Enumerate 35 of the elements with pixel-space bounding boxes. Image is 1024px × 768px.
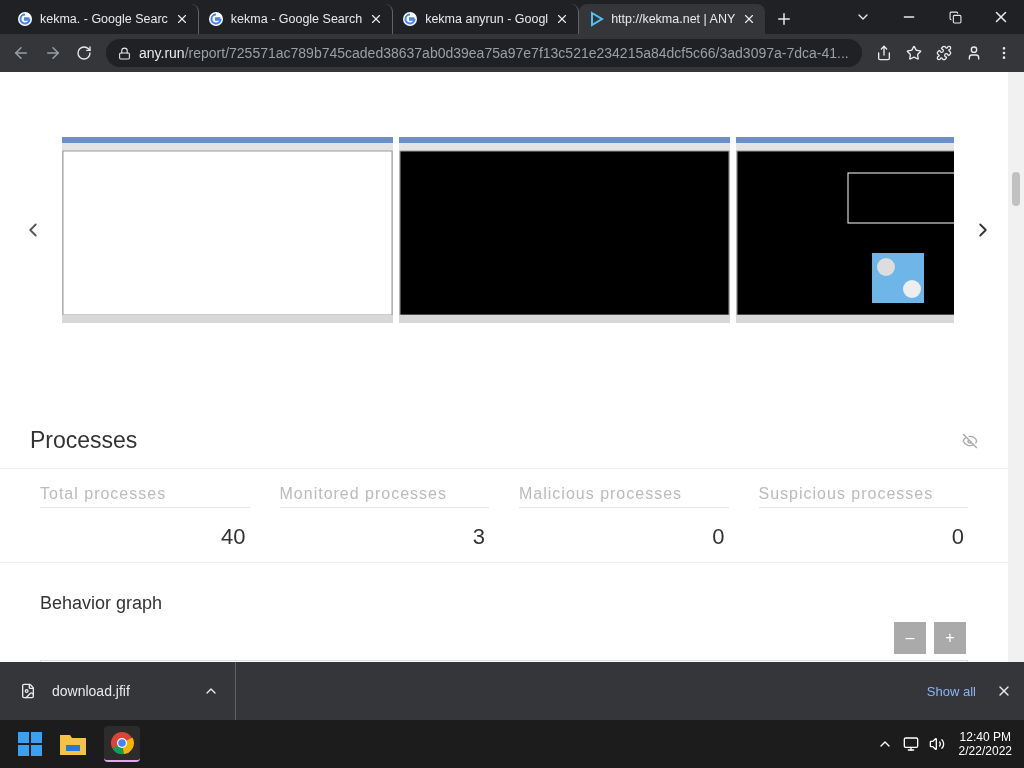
google-icon xyxy=(17,11,33,27)
share-icon[interactable] xyxy=(876,45,892,61)
stat-value: 0 xyxy=(711,524,726,550)
chrome-icon[interactable] xyxy=(104,726,140,762)
stat-value: 40 xyxy=(220,524,247,550)
clock[interactable]: 12:40 PM 2/22/2022 xyxy=(958,730,1012,758)
profile-icon[interactable] xyxy=(966,45,982,61)
section-title: Processes xyxy=(30,427,138,454)
stat-value: 0 xyxy=(950,524,965,550)
volume-icon[interactable] xyxy=(928,736,945,752)
file-name[interactable]: download.jfif xyxy=(52,683,187,699)
google-icon xyxy=(207,11,224,27)
show-all-link[interactable]: Show all xyxy=(926,683,976,699)
stat-label: Monitored processes xyxy=(279,485,489,508)
star-icon[interactable] xyxy=(906,45,922,61)
reload-icon[interactable] xyxy=(76,45,92,61)
file-icon xyxy=(20,683,36,699)
address-field[interactable]: any.run/report/725571ac789b745caded38637ab0d39ea75a97e7f13c521e234215a84dcf5c66/3ad3097a-7dca-41... xyxy=(106,39,862,67)
folder-icon[interactable] xyxy=(60,733,86,755)
section-title: Behavior graph xyxy=(39,592,164,614)
stat-value: 3 xyxy=(471,524,486,550)
extensions-icon[interactable] xyxy=(936,45,952,61)
stat-label: Total processes xyxy=(40,485,250,508)
lock-icon[interactable] xyxy=(118,46,131,60)
back-icon[interactable] xyxy=(12,44,30,62)
windows-start-icon[interactable] xyxy=(18,732,42,756)
play-icon xyxy=(588,11,605,27)
restore-icon[interactable] xyxy=(948,10,962,24)
scrollbar[interactable] xyxy=(1008,72,1024,662)
browser-tab[interactable]: http://kekma.net | ANY xyxy=(579,4,766,34)
google-icon xyxy=(402,11,419,27)
stat-label: Suspicious processes xyxy=(758,485,968,508)
forward-icon[interactable] xyxy=(44,44,62,62)
stat-label: Malicious processes xyxy=(519,485,729,508)
network-icon[interactable] xyxy=(902,736,919,752)
